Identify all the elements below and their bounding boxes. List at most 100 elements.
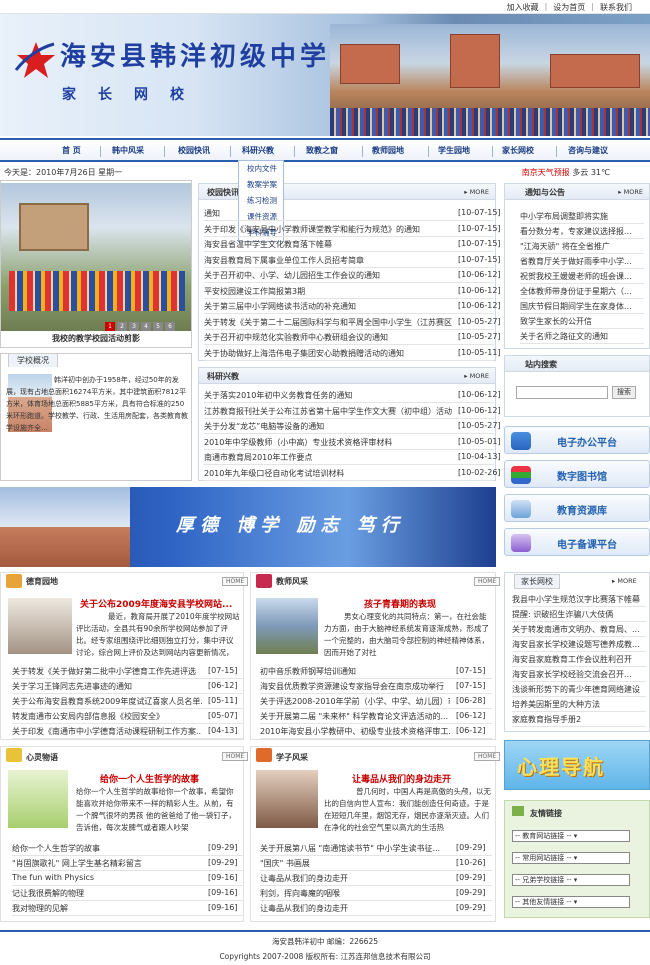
more-link[interactable]: ▸ MORE <box>464 372 489 380</box>
parent-item[interactable]: 海安县家庭教育工作会议胜利召开 <box>512 654 646 665</box>
notice-item[interactable]: "江海天骄" 将在全省推广 <box>520 241 644 252</box>
moral-item[interactable]: 关于学习王锋同志先进事迹的通知 <box>12 681 202 692</box>
notice-item[interactable]: 关于名师之路征文的通知 <box>520 331 644 342</box>
slide-dot[interactable]: 2 <box>117 322 127 331</box>
notice-item[interactable]: 省教育厅关于做好雨季中小学... <box>520 256 644 267</box>
news-item[interactable]: 海安县教育局下属事业单位工作人员招考简章 <box>204 255 454 266</box>
weather-label[interactable]: 南京天气预报 <box>522 168 570 177</box>
research-item[interactable]: 南通市教育局2010年工作要点 <box>204 452 454 463</box>
slide-dot[interactable]: 4 <box>141 322 151 331</box>
slide-dot[interactable]: 6 <box>165 322 175 331</box>
nav-school-style[interactable]: 韩中风采 <box>112 145 144 156</box>
heart-item[interactable]: 记让我很费解的物理 <box>12 888 202 899</box>
resource-library-button[interactable]: 教育资源库 <box>504 494 650 522</box>
slide-dot[interactable]: 1 <box>105 322 115 331</box>
research-item[interactable]: 2010年九年级口径自动化考试培训材料 <box>204 468 454 479</box>
research-item[interactable]: 关于落实2010年初中义务教育任务的通知 <box>204 390 454 401</box>
search-input[interactable] <box>516 386 608 399</box>
teacher-home-link[interactable]: HOME <box>474 577 501 586</box>
teacher-item[interactable]: 初中音乐教师钢琴培训通知 <box>260 666 450 677</box>
parent-item[interactable]: 浅谈新形势下的青少年德育网络建设 <box>512 684 646 695</box>
heart-item[interactable]: The fun with Physics <box>12 873 202 882</box>
news-item[interactable]: 关于印发《海安县中小学教师课堂教学和能行为规范》的通知 <box>204 224 454 235</box>
notice-item[interactable]: 致学生家长的公开信 <box>520 316 644 327</box>
slide-dot[interactable]: 5 <box>153 322 163 331</box>
office-platform-button[interactable]: 电子办公平台 <box>504 426 650 454</box>
friend-links-select[interactable]: -- 兄弟学校链接 -- ▾ <box>512 874 630 886</box>
more-link[interactable]: ▸ MORE <box>464 188 489 196</box>
news-item[interactable]: 关于转发《关于第二十二届国际科学与和平周全国中小学生（江苏赛区 <box>204 317 454 328</box>
parent-item[interactable]: 培养美因斯里的大种方法 <box>512 699 646 710</box>
student-item[interactable]: 让毒品从我们的身边走开 <box>260 873 450 884</box>
parent-item[interactable]: 我县中小学生规范汉字比赛落下帷幕 <box>512 594 646 605</box>
news-item[interactable]: 平安校园建设工作简报第3期 <box>204 286 454 297</box>
digital-library-button[interactable]: 数字图书馆 <box>504 460 650 488</box>
news-item[interactable]: 关于第三届中小学网络读书活动的补充通知 <box>204 301 454 312</box>
heart-item[interactable]: 给你一个人生哲学的故事 <box>12 843 202 854</box>
news-item[interactable]: 海安县省温中学生文化教育落下帷幕 <box>204 239 454 250</box>
student-item[interactable]: 让毒品从我们的身边走开 <box>260 903 450 914</box>
student-item[interactable]: 关于开展第八届 "南通馆读书节" 中小学生读书征... <box>260 843 450 854</box>
nav-consult[interactable]: 咨询与建议 <box>568 145 608 156</box>
heart-item[interactable]: 我对物理的见解 <box>12 903 202 914</box>
parent-item[interactable]: 关于转发南通市文明办、教育局、... <box>512 624 646 635</box>
parent-item[interactable]: 海安县家长学校经验交流会召开... <box>512 669 646 680</box>
dropdown-item[interactable]: 校内文件 <box>239 161 283 177</box>
campus-activity-photo[interactable] <box>1 183 191 331</box>
student-item[interactable]: 利剑，挥向毒魔的咽喉 <box>260 888 450 899</box>
news-item[interactable]: 通知 <box>204 208 454 219</box>
student-home-link[interactable]: HOME <box>474 752 501 761</box>
teacher-item[interactable]: 2010年海安县小学教研中、初级专业技术资格评审工... <box>260 726 450 737</box>
friend-links-select[interactable]: -- 常用网站链接 -- ▾ <box>512 852 630 864</box>
school-intro-tab[interactable]: 学校概况 <box>8 353 58 367</box>
add-favorite-link[interactable]: 加入收藏 <box>507 2 539 13</box>
parent-item[interactable]: 提醒: 识破招生诈骗八大伎俩 <box>512 609 646 620</box>
research-item[interactable]: 关于分发“龙芯”电脑等设备的通知 <box>204 421 454 432</box>
notice-item[interactable]: 全体教师带身份证于星期六（... <box>520 286 644 297</box>
moral-item[interactable]: 关于转发《关于做好第二批中小学德育工作先进评选 <box>12 666 202 677</box>
news-item[interactable]: 关于召开初中、小学、幼儿园招生工作会议的通知 <box>204 270 454 281</box>
notice-item[interactable]: 看分数分考，专家建议选择报... <box>520 226 644 237</box>
lesson-platform-button[interactable]: 电子备课平台 <box>504 528 650 556</box>
news-item[interactable]: 关于召开初中规范化实验教师中心教研组会议的通知 <box>204 332 454 343</box>
notice-item[interactable]: 中小学布局调整即将实施 <box>520 211 644 222</box>
research-item[interactable]: 江苏教育报刊社关于公布江苏省第十届中学生作文大赛（初中组）活动 <box>204 406 454 417</box>
teacher-item[interactable]: 关于评选2008-2010年学前（小学、中学、幼儿园）市级师资... <box>260 696 450 707</box>
notice-item[interactable]: 祝贺我校王媛媛老师的班会课... <box>520 271 644 282</box>
nav-students[interactable]: 学生园地 <box>438 145 470 156</box>
student-headline[interactable]: 让毒品从我们的身边走开 <box>352 772 451 785</box>
dropdown-item[interactable]: 教案学案 <box>239 177 283 193</box>
nav-research[interactable]: 科研兴教 <box>242 145 274 156</box>
slide-dot[interactable]: 3 <box>129 322 139 331</box>
dropdown-item[interactable]: 练习检测 <box>239 193 283 209</box>
heart-home-link[interactable]: HOME <box>222 752 249 761</box>
parent-more-link[interactable]: ▸ MORE <box>612 577 637 585</box>
student-item[interactable]: "国庆" 书画展 <box>260 858 450 869</box>
moral-home-link[interactable]: HOME <box>222 577 249 586</box>
research-item[interactable]: 2010年中学级教师（小中高）专业技术资格评审材料 <box>204 437 454 448</box>
search-button[interactable]: 搜索 <box>612 386 636 399</box>
heart-item[interactable]: "肖固旗歌礼" 网上学生基名精彩留言 <box>12 858 202 869</box>
moral-item[interactable]: 关于印发《南通市中小学德育活动课程研制工作方案... <box>12 726 202 737</box>
contact-us-link[interactable]: 联系我们 <box>600 2 632 13</box>
parent-tab[interactable]: 家长网校 <box>514 574 560 589</box>
psych-navigation-banner[interactable]: 心理导航 <box>504 740 650 790</box>
moral-item[interactable]: 转发南通市公安局内部信息报《校园安全》 <box>12 711 202 722</box>
friend-links-select[interactable]: -- 教育网站链接 -- ▾ <box>512 830 630 842</box>
notice-item[interactable]: 国庆节假日期间学生在家身体... <box>520 301 644 312</box>
more-link[interactable]: ▸ MORE <box>618 188 643 196</box>
moral-headline[interactable]: 关于公布2009年度海安县学校网站... <box>80 597 242 610</box>
nav-home[interactable]: 首 页 <box>62 145 81 156</box>
news-item[interactable]: 关于协助做好上海浩伟电子集团安心助教捐赠活动的通知 <box>204 348 454 359</box>
nav-teaching-window[interactable]: 致教之窗 <box>306 145 338 156</box>
heart-headline[interactable]: 给你一个人生哲学的故事 <box>100 772 199 785</box>
set-homepage-link[interactable]: 设为首页 <box>553 2 585 13</box>
parent-item[interactable]: 海安县家长学校建设题写德养成教... <box>512 639 646 650</box>
teacher-item[interactable]: 海安县优质教学资源建设专家指导会在南京成功举行 <box>260 681 450 692</box>
moral-item[interactable]: 关于公布海安县教育系统2009年度试辽喜家人员名单... <box>12 696 202 707</box>
nav-parent-school[interactable]: 家长网校 <box>502 145 534 156</box>
parent-item[interactable]: 家庭教育指导手册2 <box>512 714 646 725</box>
nav-teachers[interactable]: 教师园地 <box>372 145 404 156</box>
teacher-item[interactable]: 关于开展第二届 "未来杯" 科学教育论文评选活动的... <box>260 711 450 722</box>
nav-campus-news[interactable]: 校园快讯 <box>178 145 210 156</box>
